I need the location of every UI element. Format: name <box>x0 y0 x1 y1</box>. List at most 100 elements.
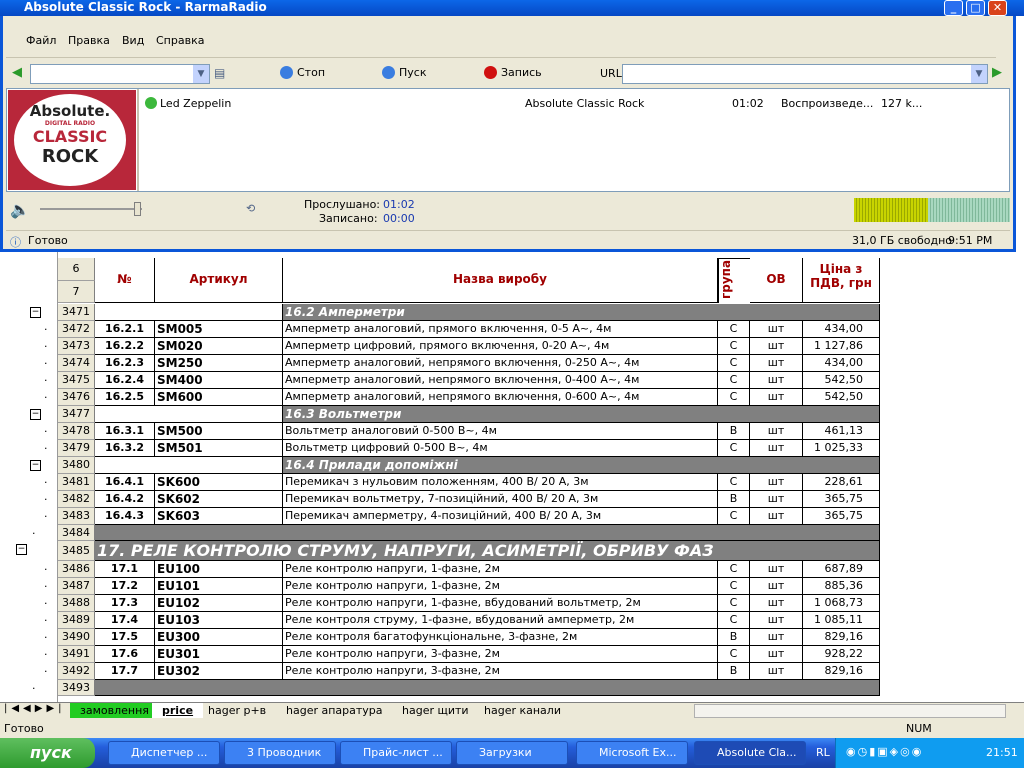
row-header[interactable]: 3491 <box>58 646 95 663</box>
menu-file[interactable]: Файл <box>26 34 56 47</box>
section-heading[interactable]: 16.3 Вольтметри <box>283 406 880 423</box>
cell-n[interactable]: 16.4.1 <box>95 474 155 491</box>
blank-row[interactable] <box>95 525 880 541</box>
cell-p[interactable]: 885,36 <box>803 578 880 595</box>
cell-p[interactable]: 829,16 <box>803 629 880 646</box>
tab-zamovlennya[interactable]: замовлення <box>70 703 159 718</box>
task-rarmaradio[interactable]: Absolute Cla... <box>694 741 806 765</box>
cell-p[interactable]: 365,75 <box>803 491 880 508</box>
cell-n[interactable]: 17.3 <box>95 595 155 612</box>
cell-a[interactable]: EU101 <box>155 578 283 595</box>
collapse-icon[interactable]: − <box>30 307 41 318</box>
row-header[interactable]: 3481 <box>58 474 95 491</box>
task-explorer[interactable]: 3 Проводник <box>224 741 336 765</box>
blank-row[interactable] <box>95 680 880 696</box>
cell-name[interactable]: Реле контроля струму, 1-фазне, вбудовани… <box>283 612 718 629</box>
row-header[interactable]: 3489 <box>58 612 95 629</box>
refresh-icon[interactable]: ⟲ <box>246 202 255 215</box>
row-header[interactable]: 3482 <box>58 491 95 508</box>
cell-name[interactable]: Реле контролю напруги, 3-фазне, 2м <box>283 663 718 680</box>
tab-price[interactable]: price <box>152 703 204 718</box>
record-button[interactable]: Запись <box>484 66 542 79</box>
cell-g[interactable]: С <box>718 595 750 612</box>
outline-dot[interactable]: · <box>44 391 48 404</box>
cell-ov[interactable]: шт <box>750 663 803 680</box>
cell-name[interactable]: Перемикач з нульовим положенням, 400 В/ … <box>283 474 718 491</box>
cell-g[interactable]: С <box>718 321 750 338</box>
row-header[interactable]: 3488 <box>58 595 95 612</box>
row-header[interactable]: 3479 <box>58 440 95 457</box>
blank-cell[interactable] <box>95 406 283 423</box>
tab-hager-pv[interactable]: hager p+в <box>198 703 276 718</box>
cell-ov[interactable]: шт <box>750 612 803 629</box>
cell-name[interactable]: Амперметр цифровий, прямого включення, 0… <box>283 338 718 355</box>
row-header[interactable]: 3472 <box>58 321 95 338</box>
row-header[interactable]: 3493 <box>58 680 95 696</box>
cell-a[interactable]: EU302 <box>155 663 283 680</box>
maximize-button[interactable]: □ <box>966 0 985 16</box>
cell-name[interactable]: Амперметр аналоговий, непрямого включенн… <box>283 355 718 372</box>
cell-n[interactable]: 17.6 <box>95 646 155 663</box>
row-header[interactable]: 3477 <box>58 406 95 423</box>
row-header[interactable]: 3473 <box>58 338 95 355</box>
cell-g[interactable]: С <box>718 440 750 457</box>
cell-ov[interactable]: шт <box>750 508 803 525</box>
row-header[interactable]: 3474 <box>58 355 95 372</box>
cell-n[interactable]: 16.3.1 <box>95 423 155 440</box>
outline-dot[interactable]: · <box>44 563 48 576</box>
cell-p[interactable]: 365,75 <box>803 508 880 525</box>
cell-a[interactable]: EU102 <box>155 595 283 612</box>
cell-a[interactable]: SM600 <box>155 389 283 406</box>
cell-g[interactable]: С <box>718 389 750 406</box>
cell-ov[interactable]: шт <box>750 491 803 508</box>
cell-a[interactable]: SK603 <box>155 508 283 525</box>
outline-dot[interactable]: · <box>32 682 36 695</box>
cell-n[interactable]: 17.1 <box>95 561 155 578</box>
cell-g[interactable]: В <box>718 423 750 440</box>
row-header[interactable]: 3476 <box>58 389 95 406</box>
cell-n[interactable]: 16.4.2 <box>95 491 155 508</box>
cell-g[interactable]: С <box>718 508 750 525</box>
outline-dot[interactable]: · <box>44 631 48 644</box>
outline-dot[interactable]: · <box>44 323 48 336</box>
cell-a[interactable]: EU100 <box>155 561 283 578</box>
list-icon[interactable]: ▤ <box>214 66 225 80</box>
row-header[interactable]: 3471 <box>58 304 95 321</box>
cell-ov[interactable]: шт <box>750 321 803 338</box>
collapse-icon[interactable]: − <box>16 544 27 555</box>
volume-slider[interactable] <box>40 208 142 210</box>
cell-p[interactable]: 1 127,86 <box>803 338 880 355</box>
menu-edit[interactable]: Правка <box>68 34 110 47</box>
outline-dot[interactable]: · <box>44 425 48 438</box>
row-header[interactable]: 3492 <box>58 663 95 680</box>
cell-p[interactable]: 829,16 <box>803 663 880 680</box>
cell-ov[interactable]: шт <box>750 440 803 457</box>
outline-dot[interactable]: · <box>44 493 48 506</box>
url-input[interactable]: ▼ <box>622 64 988 84</box>
column-header-price[interactable]: Ціна з ПДВ, грн <box>803 258 880 303</box>
cell-g[interactable]: С <box>718 355 750 372</box>
cell-n[interactable]: 16.2.4 <box>95 372 155 389</box>
menu-help[interactable]: Справка <box>156 34 204 47</box>
tab-hager-aparatura[interactable]: hager апаратура <box>276 703 393 718</box>
cell-ov[interactable]: шт <box>750 355 803 372</box>
row-header[interactable]: 3490 <box>58 629 95 646</box>
cell-p[interactable]: 434,00 <box>803 321 880 338</box>
blank-cell[interactable] <box>95 457 283 474</box>
outline-dot[interactable]: · <box>44 648 48 661</box>
outline-dot[interactable]: · <box>32 527 36 540</box>
cell-g[interactable]: С <box>718 578 750 595</box>
cell-a[interactable]: SK600 <box>155 474 283 491</box>
row-header[interactable]: 3486 <box>58 561 95 578</box>
cell-a[interactable]: EU301 <box>155 646 283 663</box>
tab-hager-kanaly[interactable]: hager канали <box>474 703 571 718</box>
task-excel[interactable]: Microsoft Ex... <box>576 741 688 765</box>
cell-g[interactable]: С <box>718 646 750 663</box>
cell-ov[interactable]: шт <box>750 578 803 595</box>
cell-g[interactable]: В <box>718 629 750 646</box>
outline-dot[interactable]: · <box>44 510 48 523</box>
column-header-num[interactable]: № <box>95 258 155 303</box>
chapter-heading[interactable]: 17. РЕЛЕ КОНТРОЛЮ СТРУМУ, НАПРУГИ, АСИМЕ… <box>95 541 880 561</box>
go-arrow-icon[interactable]: ▶ <box>992 65 1002 80</box>
cell-n[interactable]: 17.2 <box>95 578 155 595</box>
